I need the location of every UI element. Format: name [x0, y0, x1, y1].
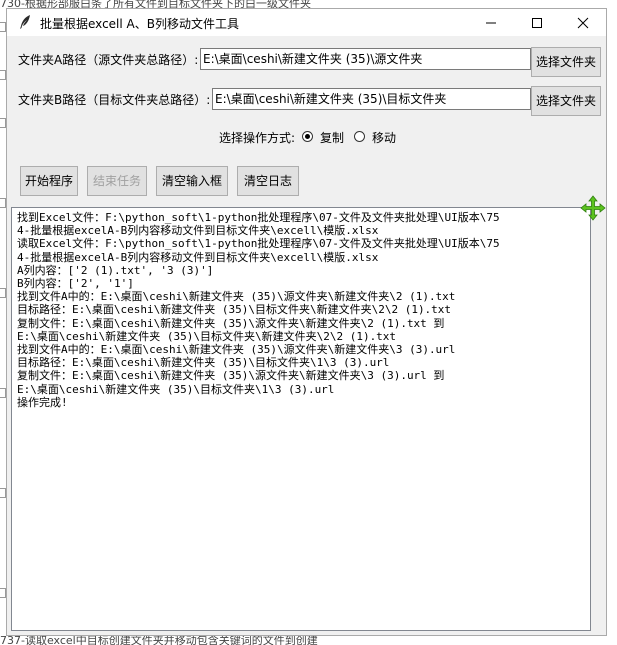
start-button[interactable]: 开始程序: [20, 166, 78, 196]
log-line: 找到Excel文件：F:\python_soft\1-python批处理程序\0…: [17, 211, 500, 224]
log-line: 找到文件A中的：E:\桌面\ceshi\新建文件夹 (35)\源文件夹\新建文件…: [17, 290, 456, 304]
minimize-icon: [486, 22, 496, 24]
log-textarea[interactable]: 找到Excel文件：F:\python_soft\1-python批处理程序\0…: [11, 207, 591, 631]
log-line: 4-批量根据excelA-B列内容移动文件到目标文件夹\excell\模版.xl…: [17, 250, 379, 264]
maximize-icon: [532, 18, 542, 28]
log-line: 4-批量根据excelA-B列内容移动文件到目标文件夹\excell\模版.xl…: [17, 224, 379, 238]
log-line: B列内容：['2', '1']: [17, 277, 134, 291]
feather-icon: [20, 15, 30, 29]
log-line: 读取Excel文件：F:\python_soft\1-python批处理程序\0…: [17, 237, 500, 251]
close-icon: [577, 17, 589, 29]
log-scrollbar[interactable]: [591, 207, 605, 631]
log-line: 复制文件：E:\桌面\ceshi\新建文件夹 (35)\源文件夹\新建文件夹\2…: [17, 316, 445, 330]
background-window-text-bottom: 737-读取excel中目标创建文件夹并移动包含关键词的文件到创建: [0, 636, 617, 645]
window-title: 批量根据excell A、B列移动文件工具: [40, 17, 239, 31]
background-right-strip: [607, 8, 617, 636]
stop-task-button[interactable]: 结束任务: [87, 166, 147, 196]
folder-b-browse-button[interactable]: 选择文件夹: [531, 86, 601, 116]
log-line: E:\桌面\ceshi\新建文件夹 (35)\目标文件夹\新建文件夹\2\2 (…: [17, 329, 397, 343]
app-window: 批量根据excell A、B列移动文件工具 文件夹A路径（源文件夹总路径）: E…: [6, 8, 607, 636]
clear-log-button[interactable]: 清空日志: [237, 166, 299, 196]
log-line: 复制文件：E:\桌面\ceshi\新建文件夹 (35)\源文件夹\新建文件夹\3…: [17, 369, 445, 383]
close-button[interactable]: [560, 9, 606, 36]
move-cursor-icon: [580, 195, 606, 221]
minimize-button[interactable]: [468, 9, 514, 36]
folder-a-path-input[interactable]: E:\桌面\ceshi\新建文件夹 (35)\源文件夹: [200, 48, 531, 70]
background-window-text-top: 730-根据形部服白条了所有文件到目标文件夹下的白一级文件夹: [0, 0, 617, 8]
move-radio[interactable]: [354, 131, 365, 142]
folder-a-label: 文件夹A路径（源文件夹总路径）:: [18, 53, 199, 67]
radio-selected-dot: [305, 134, 310, 139]
move-radio-label[interactable]: 移动: [372, 129, 396, 146]
copy-radio[interactable]: [302, 131, 313, 142]
log-line: 目标路径：E:\桌面\ceshi\新建文件夹 (35)\目标文件夹\1\3 (3…: [17, 356, 390, 370]
folder-b-path-input[interactable]: E:\桌面\ceshi\新建文件夹 (35)\目标文件夹: [212, 88, 531, 110]
maximize-button[interactable]: [514, 9, 560, 36]
log-line: 目标路径：E:\桌面\ceshi\新建文件夹 (35)\目标文件夹\新建文件夹\…: [17, 303, 452, 317]
operation-mode-label: 选择操作方式:: [219, 131, 296, 145]
copy-radio-label[interactable]: 复制: [320, 129, 344, 146]
log-content: 找到Excel文件：F:\python_soft\1-python批处理程序\0…: [12, 211, 500, 409]
folder-b-label: 文件夹B路径（目标文件夹总路径）:: [18, 93, 211, 107]
folder-a-browse-button[interactable]: 选择文件夹: [531, 47, 601, 77]
title-bar[interactable]: 批量根据excell A、B列移动文件工具: [7, 9, 606, 36]
log-line: A列内容：['2 (1).txt', '3 (3)']: [17, 263, 214, 277]
log-line: 操作完成!: [17, 395, 68, 409]
log-line: E:\桌面\ceshi\新建文件夹 (35)\目标文件夹\1\3 (3).url: [17, 382, 335, 396]
log-line: 找到文件A中的：E:\桌面\ceshi\新建文件夹 (35)\源文件夹\新建文件…: [17, 343, 456, 357]
clear-input-button[interactable]: 清空输入框: [156, 166, 228, 196]
